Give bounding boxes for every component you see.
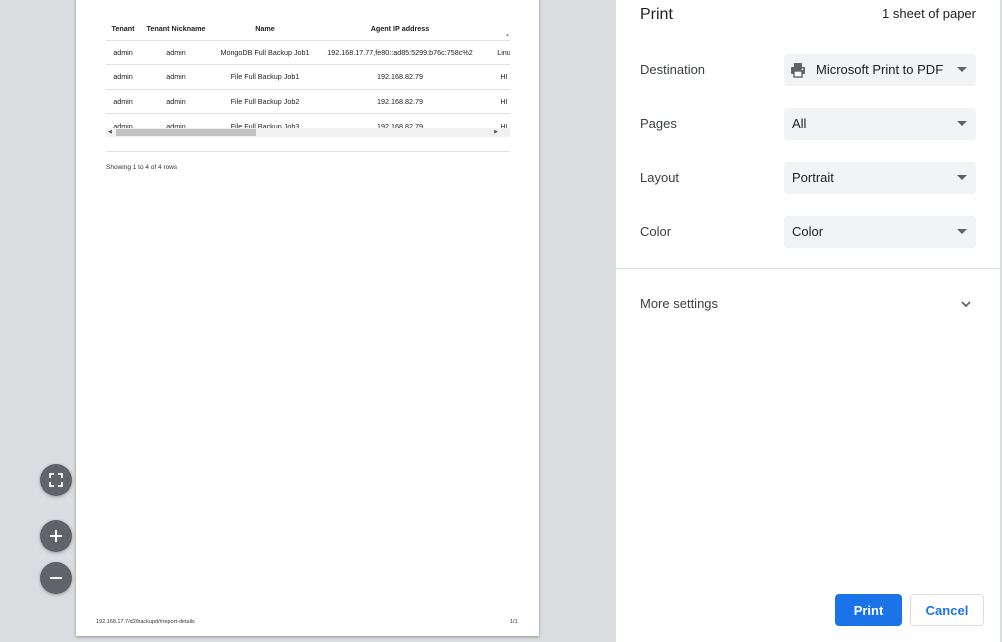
scroll-left-arrow-icon: ◀	[108, 129, 112, 135]
more-settings-label: More settings	[640, 296, 719, 311]
print-settings-panel: Print 1 sheet of paper Destination Micro…	[616, 0, 1000, 642]
print-preview-area: Tenant Tenant Nickname Name Agent IP add…	[0, 0, 616, 642]
dropdown-arrow-icon	[957, 67, 967, 72]
cell-tenant-nickname: admin	[140, 64, 212, 89]
column-header-name: Name	[255, 24, 275, 34]
section-divider	[616, 268, 1000, 269]
preview-page: Tenant Tenant Nickname Name Agent IP add…	[76, 0, 539, 636]
table-row: admin admin File Full Backup Job1 192.16…	[106, 64, 510, 89]
zoom-out-button[interactable]	[40, 562, 72, 594]
cell-agent-ip: 192.168.17.77,fe80::ad85:5299:b76c:758c%…	[318, 39, 482, 65]
page-footer-url: 192.168.17.7/d2/backupd/#report-details	[96, 619, 195, 625]
cell-tenant: admin	[106, 64, 140, 89]
color-row: Color Color	[640, 216, 976, 248]
sheet-count: 1 sheet of paper	[882, 6, 976, 21]
column-header-agent-ip: Agent IP address	[370, 24, 430, 34]
layout-select[interactable]: Portrait	[784, 162, 976, 194]
column-header-tenant: Tenant	[111, 24, 135, 34]
panel-title: Print	[640, 6, 673, 23]
cell-agent-ip: 192.168.82.79	[318, 64, 482, 89]
destination-row: Destination Microsoft Print to PDF	[640, 54, 976, 86]
pagination-info: Showing 1 to 4 of 4 rows	[106, 164, 178, 171]
color-select[interactable]: Color	[784, 216, 976, 248]
cell-name: MongoDB Full Backup Job1	[212, 39, 318, 65]
cell-tenant-nickname: admin	[140, 39, 212, 65]
cell-tenant: admin	[106, 88, 140, 114]
destination-label: Destination	[640, 62, 706, 77]
zoom-in-button[interactable]	[40, 520, 72, 552]
fit-to-page-icon	[49, 473, 63, 487]
pages-value: All	[792, 116, 807, 131]
report-table-container: Tenant Tenant Nickname Name Agent IP add…	[106, 18, 510, 149]
cancel-button[interactable]: Cancel	[910, 594, 984, 626]
table-bottom-border	[106, 151, 510, 152]
minus-icon	[50, 577, 62, 579]
scroll-up-arrow-icon: ▲	[505, 32, 510, 38]
chevron-down-icon	[961, 301, 971, 308]
table-vertical-scrollbar: ▲ ▼	[505, 32, 510, 137]
dropdown-arrow-icon	[957, 229, 967, 234]
dropdown-arrow-icon	[957, 175, 967, 180]
color-label: Color	[640, 224, 672, 239]
table-row: admin admin MongoDB Full Backup Job1 192…	[106, 39, 510, 65]
pages-label: Pages	[640, 116, 677, 131]
destination-select[interactable]: Microsoft Print to PDF	[784, 54, 976, 86]
fit-to-page-button[interactable]	[40, 464, 72, 496]
scrollbar-thumb	[116, 129, 256, 136]
page-footer-number: 1/1	[510, 619, 518, 625]
cell-name: File Full Backup Job2	[212, 88, 318, 114]
scroll-right-arrow-icon: ▶	[494, 129, 498, 135]
pages-row: Pages All	[640, 108, 976, 140]
print-button[interactable]: Print	[835, 594, 902, 626]
layout-row: Layout Portrait	[640, 162, 976, 194]
table-header-row: Tenant Tenant Nickname Name Agent IP add…	[106, 18, 510, 40]
cell-agent-ip: 192.168.82.79	[318, 88, 482, 114]
plus-icon	[50, 530, 62, 542]
cell-tenant-nickname: admin	[140, 88, 212, 114]
layout-value: Portrait	[792, 170, 834, 185]
table-row: admin admin File Full Backup Job2 192.16…	[106, 88, 510, 114]
dropdown-arrow-icon	[957, 121, 967, 126]
printer-icon	[791, 63, 805, 78]
report-table: Tenant Tenant Nickname Name Agent IP add…	[106, 18, 510, 138]
cell-name: File Full Backup Job1	[212, 64, 318, 89]
cell-tenant: admin	[106, 39, 140, 65]
more-settings-toggle[interactable]: More settings	[616, 286, 1000, 322]
pages-select[interactable]: All	[784, 108, 976, 140]
column-header-tenant-nickname: Tenant Nickname	[146, 24, 206, 34]
layout-label: Layout	[640, 170, 680, 185]
destination-value: Microsoft Print to PDF	[816, 62, 944, 77]
color-value: Color	[792, 224, 824, 239]
table-horizontal-scrollbar: ◀ ▶	[106, 128, 510, 137]
